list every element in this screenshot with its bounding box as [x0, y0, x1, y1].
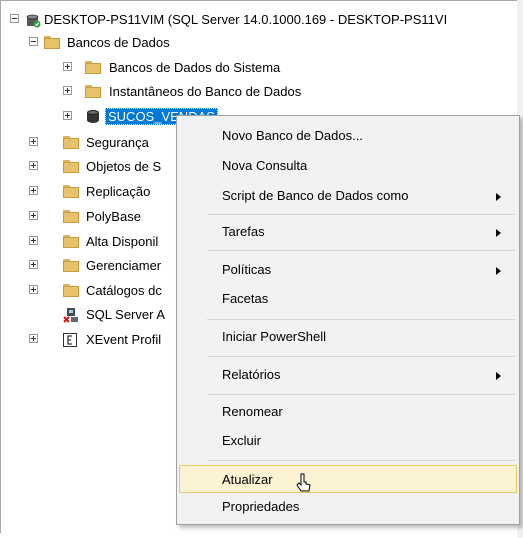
mouse-cursor-icon [296, 473, 311, 492]
menu-item-facets[interactable]: Facetas [179, 285, 517, 313]
folder-icon [63, 160, 79, 173]
expand-icon[interactable] [29, 260, 38, 269]
menu-item-properties[interactable]: Propriedades [179, 493, 517, 521]
menu-item-script-database-as[interactable]: Script de Banco de Dados como [179, 182, 517, 210]
tree-node-label: Gerenciamer [86, 258, 162, 273]
menu-item-start-powershell[interactable]: Iniciar PowerShell [179, 323, 517, 351]
collapse-icon[interactable] [10, 14, 19, 23]
tree-node-label: SQL Server A [86, 307, 165, 322]
folder-icon [63, 259, 79, 272]
expand-icon[interactable] [29, 334, 38, 343]
expand-icon[interactable] [29, 186, 38, 195]
server-label: DESKTOP-PS11VIM (SQL Server 14.0.1000.16… [44, 12, 448, 27]
menu-separator [207, 460, 515, 461]
expand-icon[interactable] [29, 137, 38, 146]
context-menu: Novo Banco de Dados... Nova Consulta Scr… [176, 115, 520, 525]
server-icon [26, 14, 41, 28]
menu-item-rename[interactable]: Renomear [179, 398, 517, 426]
submenu-arrow-icon [496, 193, 501, 201]
tree-node-label: Segurança [86, 135, 149, 150]
folder-icon [63, 284, 79, 297]
menu-separator [207, 250, 515, 251]
menu-item-tasks[interactable]: Tarefas [179, 218, 517, 246]
expand-icon[interactable] [63, 86, 72, 95]
system-databases-label: Bancos de Dados do Sistema [109, 60, 281, 75]
expand-icon[interactable] [63, 62, 72, 71]
expand-icon[interactable] [29, 236, 38, 245]
sql-agent-icon [63, 308, 78, 323]
expand-icon[interactable] [29, 285, 38, 294]
tree-node-label: Alta Disponil [86, 234, 159, 249]
tree-node-server[interactable]: DESKTOP-PS11VIM (SQL Server 14.0.1000.16… [0, 8, 517, 31]
xevent-icon [63, 333, 77, 347]
folder-icon [85, 61, 101, 74]
menu-separator [207, 214, 515, 215]
expand-icon[interactable] [29, 211, 38, 220]
database-icon [86, 109, 100, 124]
tree-node-label: Catálogos dc [86, 283, 162, 298]
tree-node-label: Objetos de S [86, 159, 162, 174]
menu-item-reports[interactable]: Relatórios [179, 361, 517, 389]
folder-icon [63, 210, 79, 223]
expand-icon[interactable] [29, 161, 38, 170]
databases-label: Bancos de Dados [67, 35, 170, 50]
collapse-icon[interactable] [29, 37, 38, 46]
snapshots-label: Instantâneos do Banco de Dados [109, 84, 302, 99]
submenu-arrow-icon [496, 229, 501, 237]
menu-separator [207, 356, 515, 357]
folder-icon [85, 85, 101, 98]
menu-item-new-query[interactable]: Nova Consulta [179, 152, 517, 180]
menu-item-new-database[interactable]: Novo Banco de Dados... [179, 122, 517, 150]
menu-item-delete[interactable]: Excluir [179, 427, 517, 455]
folder-icon [63, 185, 79, 198]
tree-node-label: Replicação [86, 184, 151, 199]
submenu-arrow-icon [496, 267, 501, 275]
menu-item-refresh[interactable]: Atualizar [179, 465, 517, 493]
menu-separator [207, 319, 515, 320]
expand-icon[interactable] [63, 111, 72, 120]
tree-node-label: PolyBase [86, 209, 141, 224]
submenu-arrow-icon [496, 372, 501, 380]
menu-item-policies[interactable]: Políticas [179, 256, 517, 284]
folder-icon [44, 36, 60, 49]
menu-separator [207, 394, 515, 395]
tree-node-label: XEvent Profil [86, 332, 162, 347]
folder-icon [63, 235, 79, 248]
folder-icon [63, 136, 79, 149]
